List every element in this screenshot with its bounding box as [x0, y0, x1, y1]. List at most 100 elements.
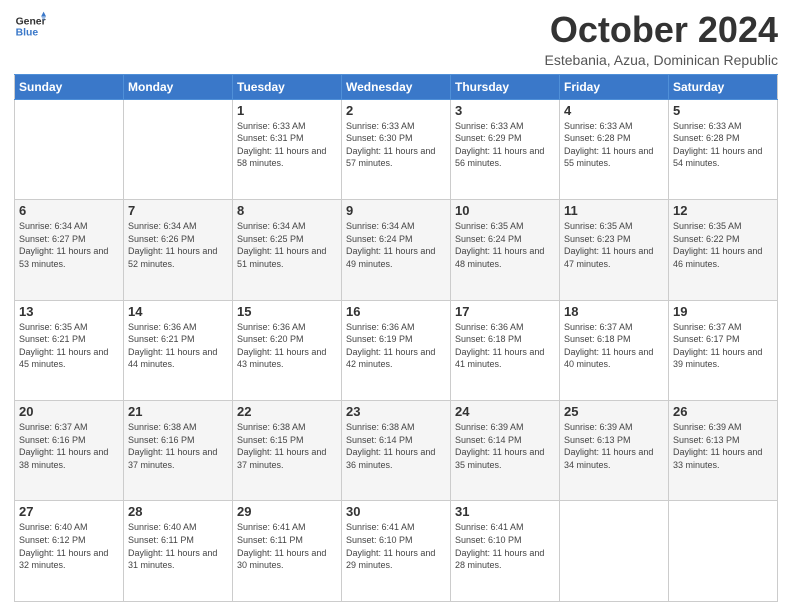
day-info: Sunrise: 6:33 AMSunset: 6:28 PMDaylight:…	[564, 120, 664, 170]
calendar-day-12: 12 Sunrise: 6:35 AMSunset: 6:22 PMDayligh…	[669, 200, 778, 300]
day-number: 2	[346, 103, 446, 118]
day-number: 19	[673, 304, 773, 319]
calendar-day-11: 11 Sunrise: 6:35 AMSunset: 6:23 PMDayligh…	[560, 200, 669, 300]
calendar-week-row: 1 Sunrise: 6:33 AMSunset: 6:31 PMDaylight…	[15, 99, 778, 199]
calendar-week-row: 13 Sunrise: 6:35 AMSunset: 6:21 PMDayligh…	[15, 300, 778, 400]
col-header-monday: Monday	[124, 74, 233, 99]
day-number: 11	[564, 203, 664, 218]
calendar-day-24: 24Sunrise: 6:39 AMSunset: 6:14 PMDayligh…	[451, 401, 560, 501]
calendar-day-8: 8 Sunrise: 6:34 AMSunset: 6:25 PMDaylight…	[233, 200, 342, 300]
col-header-thursday: Thursday	[451, 74, 560, 99]
calendar-day-22: 22 Sunrise: 6:38 AMSunset: 6:15 PMDayligh…	[233, 401, 342, 501]
day-number: 1	[237, 103, 337, 118]
calendar-day-10: 10 Sunrise: 6:35 AMSunset: 6:24 PMDayligh…	[451, 200, 560, 300]
day-info: Sunrise: 6:39 AMSunset: 6:13 PMDaylight:…	[564, 421, 664, 471]
day-info: Sunrise: 6:38 AMSunset: 6:15 PMDaylight:…	[237, 421, 337, 471]
day-info: Sunrise: 6:36 AMSunset: 6:21 PMDaylight:…	[128, 321, 228, 371]
day-number: 30	[346, 504, 446, 519]
calendar-day-13: 13 Sunrise: 6:35 AMSunset: 6:21 PMDayligh…	[15, 300, 124, 400]
calendar-day-1: 1 Sunrise: 6:33 AMSunset: 6:31 PMDaylight…	[233, 99, 342, 199]
day-number: 15	[237, 304, 337, 319]
day-number: 7	[128, 203, 228, 218]
svg-text:General: General	[16, 16, 46, 27]
title-block: October 2024 Estebania, Azua, Dominican …	[545, 10, 778, 68]
day-number: 24	[455, 404, 555, 419]
calendar-day-4: 4 Sunrise: 6:33 AMSunset: 6:28 PMDaylight…	[560, 99, 669, 199]
day-number: 8	[237, 203, 337, 218]
calendar-table: SundayMondayTuesdayWednesdayThursdayFrid…	[14, 74, 778, 602]
day-number: 5	[673, 103, 773, 118]
day-number: 20	[19, 404, 119, 419]
calendar-day-26: 26Sunrise: 6:39 AMSunset: 6:13 PMDayligh…	[669, 401, 778, 501]
calendar-day-17: 17 Sunrise: 6:36 AMSunset: 6:18 PMDayligh…	[451, 300, 560, 400]
day-info: Sunrise: 6:35 AMSunset: 6:23 PMDaylight:…	[564, 220, 664, 270]
day-info: Sunrise: 6:36 AMSunset: 6:20 PMDaylight:…	[237, 321, 337, 371]
day-info: Sunrise: 6:35 AMSunset: 6:24 PMDaylight:…	[455, 220, 555, 270]
calendar-day-27: 27Sunrise: 6:40 AMSunset: 6:12 PMDayligh…	[15, 501, 124, 602]
day-number: 26	[673, 404, 773, 419]
day-info: Sunrise: 6:41 AMSunset: 6:10 PMDaylight:…	[455, 521, 555, 571]
day-info: Sunrise: 6:33 AMSunset: 6:29 PMDaylight:…	[455, 120, 555, 170]
day-number: 31	[455, 504, 555, 519]
calendar-page: General Blue October 2024 Estebania, Azu…	[0, 0, 792, 612]
day-number: 22	[237, 404, 337, 419]
day-info: Sunrise: 6:33 AMSunset: 6:31 PMDaylight:…	[237, 120, 337, 170]
day-number: 10	[455, 203, 555, 218]
day-info: Sunrise: 6:36 AMSunset: 6:19 PMDaylight:…	[346, 321, 446, 371]
col-header-saturday: Saturday	[669, 74, 778, 99]
col-header-friday: Friday	[560, 74, 669, 99]
day-info: Sunrise: 6:41 AMSunset: 6:11 PMDaylight:…	[237, 521, 337, 571]
day-info: Sunrise: 6:35 AMSunset: 6:22 PMDaylight:…	[673, 220, 773, 270]
calendar-day-6: 6Sunrise: 6:34 AMSunset: 6:27 PMDaylight…	[15, 200, 124, 300]
day-number: 25	[564, 404, 664, 419]
day-number: 9	[346, 203, 446, 218]
calendar-day-25: 25 Sunrise: 6:39 AMSunset: 6:13 PMDayligh…	[560, 401, 669, 501]
calendar-empty-cell	[124, 99, 233, 199]
col-header-wednesday: Wednesday	[342, 74, 451, 99]
calendar-day-29: 29 Sunrise: 6:41 AMSunset: 6:11 PMDayligh…	[233, 501, 342, 602]
day-info: Sunrise: 6:38 AMSunset: 6:16 PMDaylight:…	[128, 421, 228, 471]
calendar-day-31: 31 Sunrise: 6:41 AMSunset: 6:10 PMDayligh…	[451, 501, 560, 602]
day-info: Sunrise: 6:35 AMSunset: 6:21 PMDaylight:…	[19, 321, 119, 371]
calendar-day-20: 20Sunrise: 6:37 AMSunset: 6:16 PMDayligh…	[15, 401, 124, 501]
day-info: Sunrise: 6:40 AMSunset: 6:12 PMDaylight:…	[19, 521, 119, 571]
calendar-week-row: 6Sunrise: 6:34 AMSunset: 6:27 PMDaylight…	[15, 200, 778, 300]
calendar-week-row: 27Sunrise: 6:40 AMSunset: 6:12 PMDayligh…	[15, 501, 778, 602]
header: General Blue October 2024 Estebania, Azu…	[14, 10, 778, 68]
day-number: 18	[564, 304, 664, 319]
day-info: Sunrise: 6:34 AMSunset: 6:25 PMDaylight:…	[237, 220, 337, 270]
day-info: Sunrise: 6:41 AMSunset: 6:10 PMDaylight:…	[346, 521, 446, 571]
day-number: 14	[128, 304, 228, 319]
calendar-day-28: 28Sunrise: 6:40 AMSunset: 6:11 PMDayligh…	[124, 501, 233, 602]
location-subtitle: Estebania, Azua, Dominican Republic	[545, 52, 778, 68]
day-number: 12	[673, 203, 773, 218]
svg-text:Blue: Blue	[16, 28, 39, 39]
day-number: 6	[19, 203, 119, 218]
calendar-day-15: 15 Sunrise: 6:36 AMSunset: 6:20 PMDayligh…	[233, 300, 342, 400]
day-number: 3	[455, 103, 555, 118]
col-header-tuesday: Tuesday	[233, 74, 342, 99]
day-info: Sunrise: 6:37 AMSunset: 6:18 PMDaylight:…	[564, 321, 664, 371]
calendar-day-21: 21 Sunrise: 6:38 AMSunset: 6:16 PMDayligh…	[124, 401, 233, 501]
day-info: Sunrise: 6:34 AMSunset: 6:24 PMDaylight:…	[346, 220, 446, 270]
calendar-day-5: 5 Sunrise: 6:33 AMSunset: 6:28 PMDaylight…	[669, 99, 778, 199]
calendar-day-7: 7 Sunrise: 6:34 AMSunset: 6:26 PMDaylight…	[124, 200, 233, 300]
calendar-day-23: 23Sunrise: 6:38 AMSunset: 6:14 PMDayligh…	[342, 401, 451, 501]
day-number: 4	[564, 103, 664, 118]
calendar-day-18: 18 Sunrise: 6:37 AMSunset: 6:18 PMDayligh…	[560, 300, 669, 400]
calendar-day-14: 14 Sunrise: 6:36 AMSunset: 6:21 PMDayligh…	[124, 300, 233, 400]
day-number: 21	[128, 404, 228, 419]
calendar-day-16: 16Sunrise: 6:36 AMSunset: 6:19 PMDayligh…	[342, 300, 451, 400]
day-number: 28	[128, 504, 228, 519]
logo: General Blue	[14, 10, 46, 42]
day-info: Sunrise: 6:36 AMSunset: 6:18 PMDaylight:…	[455, 321, 555, 371]
day-number: 13	[19, 304, 119, 319]
day-info: Sunrise: 6:34 AMSunset: 6:26 PMDaylight:…	[128, 220, 228, 270]
day-number: 17	[455, 304, 555, 319]
day-info: Sunrise: 6:33 AMSunset: 6:28 PMDaylight:…	[673, 120, 773, 170]
calendar-week-row: 20Sunrise: 6:37 AMSunset: 6:16 PMDayligh…	[15, 401, 778, 501]
day-number: 29	[237, 504, 337, 519]
calendar-empty-cell	[669, 501, 778, 602]
calendar-empty-cell	[15, 99, 124, 199]
calendar-day-2: 2Sunrise: 6:33 AMSunset: 6:30 PMDaylight…	[342, 99, 451, 199]
